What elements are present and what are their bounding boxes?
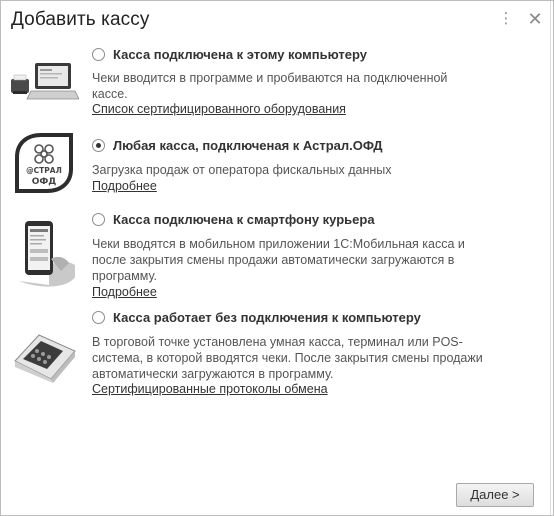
laptop-with-receipt-printer-icon xyxy=(11,63,79,100)
option-radio[interactable] xyxy=(92,48,105,61)
dialog-title: Добавить кассу xyxy=(11,9,150,30)
smartphone-in-hand-icon xyxy=(19,221,75,287)
close-icon[interactable]: ✕ xyxy=(526,9,544,29)
smart-cash-terminal-icon xyxy=(14,334,76,383)
next-button[interactable]: Далее > xyxy=(456,483,534,507)
option-description: В торговой точке установлена умная касса… xyxy=(92,335,483,381)
option-description: Чеки вводится в программе и пробиваются … xyxy=(92,71,448,101)
option-radio[interactable] xyxy=(92,213,105,226)
option-description: Чеки вводятся в мобильном приложении 1С:… xyxy=(92,237,465,283)
option-radio[interactable] xyxy=(92,311,105,324)
courier-more-link[interactable]: Подробнее xyxy=(92,285,157,299)
vertical-dots-icon[interactable]: ⋮ xyxy=(497,9,515,29)
certified-equipment-link[interactable]: Список сертифицированного оборудования xyxy=(92,102,346,116)
option-title: Касса подключена к этому компьютеру xyxy=(113,47,367,62)
logo-text-top: @СТРАЛ xyxy=(26,166,62,175)
logo-text-bottom: ОФД xyxy=(32,177,57,187)
option-title: Касса подключена к смартфону курьера xyxy=(113,212,375,227)
astral-more-link[interactable]: Подробнее xyxy=(92,179,157,193)
option-title: Касса работает без подключения к компьют… xyxy=(113,310,421,325)
exchange-protocols-link[interactable]: Сертифицированные протоколы обмена xyxy=(92,382,328,396)
option-description: Загрузка продаж от оператора фискальных … xyxy=(92,163,392,177)
dialog-right-border xyxy=(550,1,551,515)
option-radio-selected[interactable] xyxy=(92,139,105,152)
astral-ofd-logo-icon: @СТРАЛ ОФД xyxy=(15,133,73,193)
option-title: Любая касса, подключеная к Астрал.ОФД xyxy=(113,138,383,153)
add-cash-register-dialog: Добавить кассу ⋮ ✕ Касса подключена к эт… xyxy=(0,0,554,516)
